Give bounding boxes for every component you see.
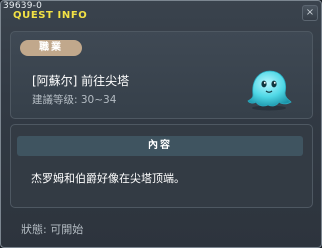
job-panel: 職業 [阿蘇尔] 前往尖塔 建議等级: 30~34 [10, 31, 313, 119]
quest-name: [阿蘇尔] 前往尖塔 [32, 74, 130, 88]
content-text: 杰罗姆和伯爵好像在尖塔顶端。 [31, 172, 185, 185]
content-panel: 內容 杰罗姆和伯爵好像在尖塔顶端。 [10, 124, 313, 208]
quest-info-window: 39639-0 QUEST INFO × 職業 [阿蘇尔] 前往尖塔 建議等级:… [0, 0, 322, 248]
close-button[interactable]: × [302, 5, 318, 21]
quest-status: 狀態: 可開始 [21, 223, 84, 236]
recommended-level: 建議等级: 30~34 [32, 94, 117, 106]
blue-ghost-icon [247, 70, 292, 111]
content-header: 內容 [17, 136, 303, 156]
job-badge: 職業 [20, 40, 82, 56]
window-title: QUEST INFO [13, 10, 88, 21]
